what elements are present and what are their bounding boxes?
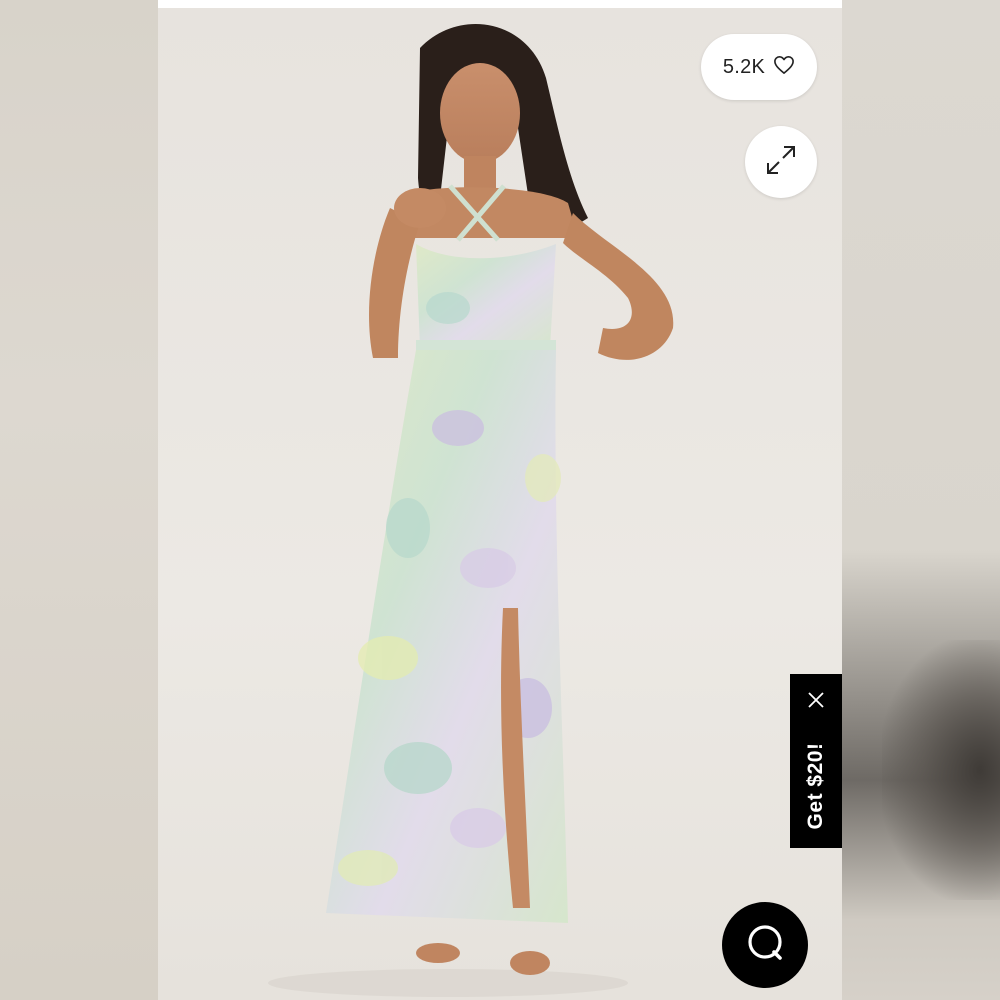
close-x-icon[interactable] (804, 688, 828, 712)
like-button[interactable]: 5.2K (701, 34, 817, 100)
top-bar (158, 0, 842, 8)
likes-count: 5.2K (722, 55, 766, 78)
expand-image-button[interactable] (745, 126, 817, 198)
blurred-backdrop-right (842, 0, 1000, 1000)
model-illustration (268, 24, 674, 997)
heart-outline-icon (773, 55, 795, 80)
screen: 5.2K Get $20! (0, 0, 1000, 1000)
blurred-backdrop-left (0, 0, 158, 1000)
expand-arrows-icon (763, 142, 799, 183)
promo-tab[interactable]: Get $20! (790, 674, 842, 848)
chat-bubble-icon (743, 921, 787, 970)
promo-label: Get $20! (804, 742, 827, 830)
product-photo[interactable] (158, 8, 842, 1000)
product-image-viewer: 5.2K Get $20! (158, 0, 842, 1000)
chat-button[interactable] (722, 902, 808, 988)
